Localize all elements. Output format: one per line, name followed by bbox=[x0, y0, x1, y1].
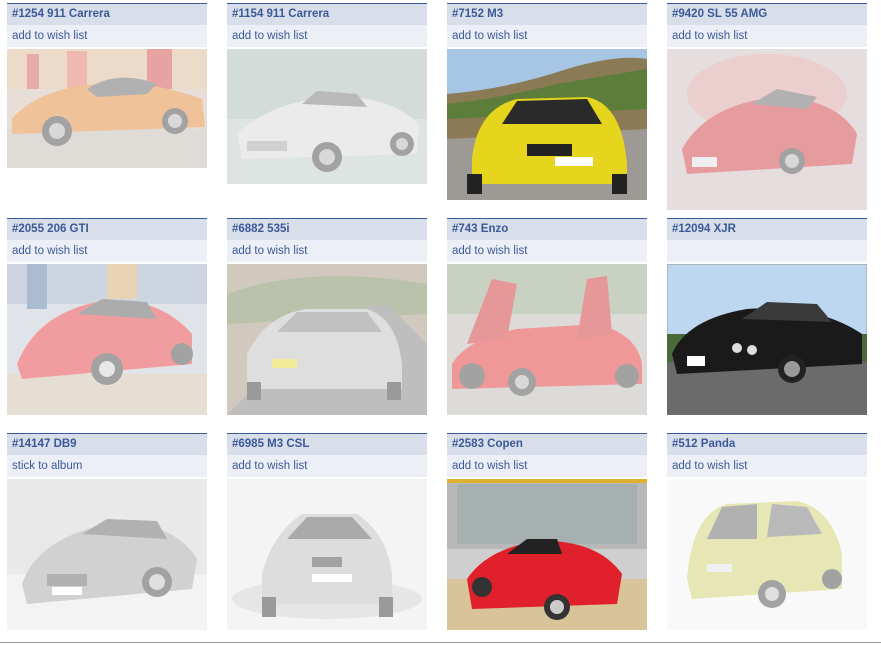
page-divider bbox=[0, 642, 881, 643]
car-photo[interactable] bbox=[227, 479, 427, 630]
car-title[interactable]: #14147 DB9 bbox=[7, 433, 207, 455]
car-title[interactable]: #7152 M3 bbox=[447, 3, 647, 25]
car-title[interactable]: #1154 911 Carrera bbox=[227, 3, 427, 25]
car-photo[interactable] bbox=[227, 264, 427, 415]
car-photo[interactable] bbox=[227, 49, 427, 184]
car-title[interactable]: #2055 206 GTI bbox=[7, 218, 207, 240]
car-card: #743 Enzo add to wish list bbox=[447, 218, 647, 415]
car-title[interactable]: #743 Enzo bbox=[447, 218, 647, 240]
car-title[interactable]: #2583 Copen bbox=[447, 433, 647, 455]
add-to-wish-list-link[interactable]: add to wish list bbox=[447, 240, 647, 262]
car-action-link[interactable] bbox=[667, 240, 867, 262]
car-photo[interactable] bbox=[7, 49, 207, 168]
car-photo[interactable] bbox=[667, 264, 867, 415]
stick-to-album-link[interactable]: stick to album bbox=[7, 455, 207, 477]
add-to-wish-list-link[interactable]: add to wish list bbox=[667, 25, 867, 47]
car-card: #1254 911 Carrera add to wish list bbox=[7, 3, 207, 168]
add-to-wish-list-link[interactable]: add to wish list bbox=[227, 25, 427, 47]
car-card: #6985 M3 CSL add to wish list bbox=[227, 433, 427, 630]
car-photo[interactable] bbox=[667, 479, 867, 630]
car-card: #6882 535i add to wish list bbox=[227, 218, 427, 415]
car-title[interactable]: #12094 XJR bbox=[667, 218, 867, 240]
car-card: #7152 M3 add to wish list bbox=[447, 3, 647, 200]
car-title[interactable]: #9420 SL 55 AMG bbox=[667, 3, 867, 25]
add-to-wish-list-link[interactable]: add to wish list bbox=[667, 455, 867, 477]
car-card: #14147 DB9 stick to album bbox=[7, 433, 207, 630]
car-title[interactable]: #512 Panda bbox=[667, 433, 867, 455]
car-photo[interactable] bbox=[447, 479, 647, 630]
car-title[interactable]: #6882 535i bbox=[227, 218, 427, 240]
car-title[interactable]: #1254 911 Carrera bbox=[7, 3, 207, 25]
car-card: #2583 Copen add to wish list bbox=[447, 433, 647, 630]
car-card: #9420 SL 55 AMG add to wish list bbox=[667, 3, 867, 210]
car-card: #1154 911 Carrera add to wish list bbox=[227, 3, 427, 184]
car-card: #12094 XJR bbox=[667, 218, 867, 415]
car-photo[interactable] bbox=[7, 479, 207, 630]
car-card: #512 Panda add to wish list bbox=[667, 433, 867, 630]
add-to-wish-list-link[interactable]: add to wish list bbox=[227, 455, 427, 477]
car-photo[interactable] bbox=[447, 49, 647, 200]
add-to-wish-list-link[interactable]: add to wish list bbox=[7, 25, 207, 47]
car-photo[interactable] bbox=[7, 264, 207, 415]
car-card: #2055 206 GTI add to wish list bbox=[7, 218, 207, 415]
car-photo[interactable] bbox=[667, 49, 867, 210]
add-to-wish-list-link[interactable]: add to wish list bbox=[447, 455, 647, 477]
add-to-wish-list-link[interactable]: add to wish list bbox=[447, 25, 647, 47]
car-photo[interactable] bbox=[447, 264, 647, 415]
car-title[interactable]: #6985 M3 CSL bbox=[227, 433, 427, 455]
add-to-wish-list-link[interactable]: add to wish list bbox=[7, 240, 207, 262]
add-to-wish-list-link[interactable]: add to wish list bbox=[227, 240, 427, 262]
